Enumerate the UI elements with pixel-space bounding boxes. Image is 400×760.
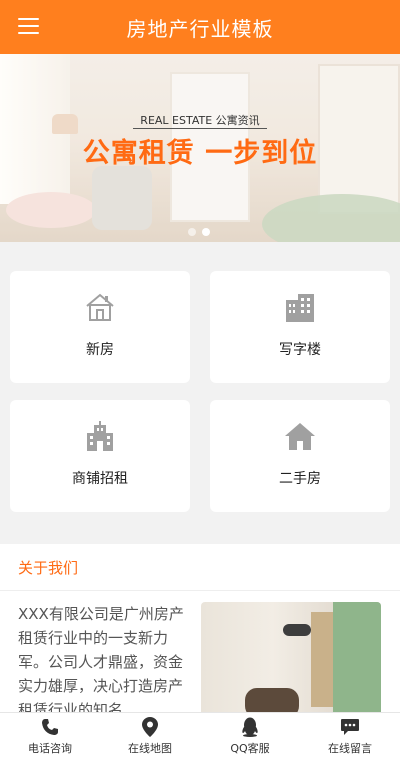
banner-headline: 公寓租赁 一步到位 [82, 138, 318, 169]
about-text: XXX有限公司是广州房产租赁行业中的一支新力军。公司人才鼎盛，资金实力雄厚，决心… [18, 605, 184, 712]
house-icon [83, 291, 117, 323]
category-label: 二手房 [279, 471, 321, 487]
category-label: 商铺招租 [72, 471, 128, 487]
bottom-tab-bar: 电话咨询 在线地图 QQ客服 在线留言 [0, 712, 400, 760]
carousel-dot-2[interactable] [202, 228, 210, 236]
category-card-office[interactable]: 写字楼 [210, 271, 390, 383]
shop-building-icon [83, 420, 117, 452]
phone-icon [40, 717, 60, 737]
subtitle-underline [133, 128, 267, 129]
tab-online-map[interactable]: 在线地图 [100, 713, 200, 760]
tab-online-message[interactable]: 在线留言 [300, 713, 400, 760]
map-pin-icon [140, 717, 160, 737]
hamburger-menu-icon[interactable] [18, 18, 39, 34]
category-card-second-hand[interactable]: 二手房 [210, 400, 390, 512]
hero-banner[interactable]: REAL ESTATE 公寓资讯 公寓租赁 一步到位 [0, 54, 400, 242]
top-bar: 房地产行业模板 [0, 0, 400, 54]
page-title: 房地产行业模板 [126, 16, 274, 41]
carousel-dots[interactable] [188, 228, 210, 236]
about-section: 关于我们 XXX有限公司是广州房产租赁行业中的一支新力军。公司人才鼎盛，资金实力… [0, 544, 400, 712]
carousel-dot-1[interactable] [188, 228, 196, 236]
about-title: 关于我们 [18, 558, 79, 577]
about-header: 关于我们 [0, 544, 400, 591]
about-photo [201, 602, 381, 712]
banner-subtitle: REAL ESTATE 公寓资讯 [0, 112, 400, 129]
qq-icon [240, 717, 260, 737]
category-grid: 新房 写字楼 商铺招租 二手房 [0, 242, 400, 538]
tab-phone-consult[interactable]: 电话咨询 [0, 713, 100, 760]
message-icon [340, 717, 360, 737]
office-building-icon [283, 291, 317, 323]
category-label: 新房 [86, 342, 114, 358]
category-card-shop[interactable]: 商铺招租 [10, 400, 190, 512]
category-label: 写字楼 [279, 342, 321, 358]
tab-qq-service[interactable]: QQ客服 [200, 713, 300, 760]
home-icon [283, 420, 317, 452]
category-card-new-house[interactable]: 新房 [10, 271, 190, 383]
